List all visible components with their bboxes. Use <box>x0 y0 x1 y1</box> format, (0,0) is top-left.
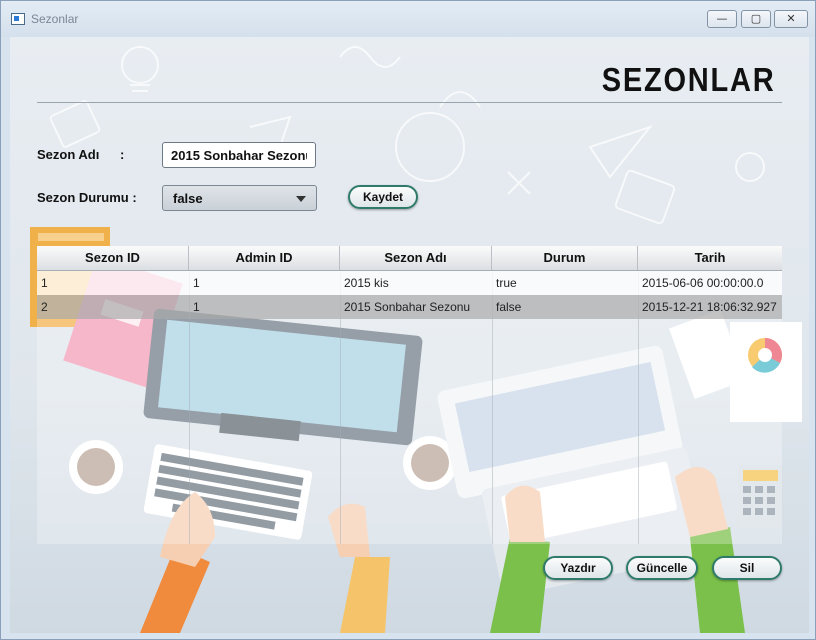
app-icon <box>11 13 25 25</box>
window-content: SEZONLAR Sezon Adı : Sezon Durumu : fals… <box>10 37 809 633</box>
maximize-button[interactable]: ▢ <box>741 10 771 28</box>
seasons-table: Sezon ID Admin ID Sezon Adı Durum Tarih … <box>37 246 782 544</box>
season-name-colon: : <box>120 147 125 162</box>
print-button[interactable]: Yazdır <box>543 556 613 580</box>
table-empty-area[interactable] <box>37 319 782 544</box>
season-status-label: Sezon Durumu : <box>37 190 137 205</box>
chevron-down-icon <box>296 196 306 202</box>
column-header-admin-id[interactable]: Admin ID <box>189 246 340 270</box>
close-button[interactable]: ✕ <box>774 10 808 28</box>
cell-date: 2015-12-21 18:06:32.927 <box>642 300 777 314</box>
app-window: Sezonlar — ▢ ✕ SEZONLAR Sezon Adı: 2015… <box>0 0 816 640</box>
heading-divider <box>37 102 782 103</box>
cell-admin-id: 1 <box>193 300 200 314</box>
season-status-value: false <box>173 191 203 206</box>
column-header-date[interactable]: Tarih <box>638 246 782 270</box>
window-title: Sezonlar <box>31 12 79 26</box>
cell-admin-id: 1 <box>193 276 200 290</box>
cell-status: true <box>496 276 517 290</box>
title-bar[interactable]: Sezonlar — ▢ ✕ <box>1 1 815 37</box>
minimize-button[interactable]: — <box>707 10 737 28</box>
season-status-dropdown[interactable]: false <box>162 185 317 211</box>
cell-season-id: 1 <box>41 276 48 290</box>
save-button[interactable]: Kaydet <box>348 185 418 209</box>
cell-season-id: 2 <box>41 300 48 314</box>
cell-season-name: 2015 Sonbahar Sezonu <box>344 300 471 314</box>
season-name-input[interactable] <box>162 142 316 168</box>
update-button[interactable]: Güncelle <box>626 556 698 580</box>
cell-status: false <box>496 300 522 314</box>
table-row[interactable]: 1 1 2015 kis true 2015-06-06 00:00:00.0 <box>37 271 782 295</box>
column-header-status[interactable]: Durum <box>492 246 638 270</box>
table-row-selected[interactable]: 2 1 2015 Sonbahar Sezonu false 2015-12-2… <box>37 295 782 319</box>
column-header-season-id[interactable]: Sezon ID <box>37 246 189 270</box>
column-header-season-name[interactable]: Sezon Adı <box>340 246 492 270</box>
cell-season-name: 2015 kis <box>344 276 389 290</box>
page-heading: SEZONLAR <box>601 61 775 98</box>
table-header: Sezon ID Admin ID Sezon Adı Durum Tarih <box>37 246 782 271</box>
season-name-label: Sezon Adı <box>37 147 100 162</box>
cell-date: 2015-06-06 00:00:00.0 <box>642 276 764 290</box>
delete-button[interactable]: Sil <box>712 556 782 580</box>
